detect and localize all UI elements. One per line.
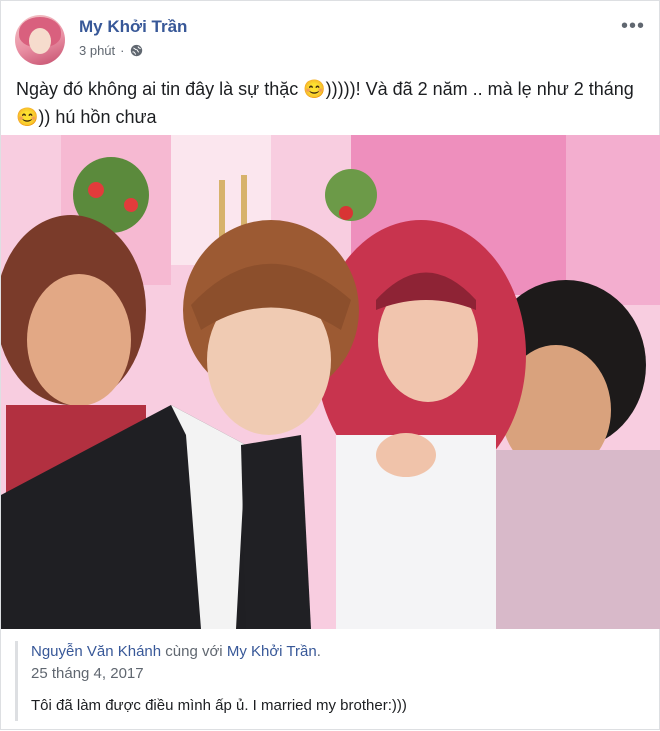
shared-post-date[interactable]: 25 tháng 4, 2017 — [31, 665, 144, 682]
with-label: cùng với — [165, 643, 223, 660]
tagged-user-link[interactable]: My Khởi Trần — [227, 643, 317, 660]
post-meta: 3 phút · — [79, 43, 143, 58]
post-message: Ngày đó không ai tin đây là sự thặc 😊)))… — [16, 79, 634, 127]
shared-post: Nguyễn Văn Khánh cùng với My Khởi Trần. … — [1, 629, 660, 731]
shared-author-link[interactable]: Nguyễn Văn Khánh — [31, 643, 161, 660]
post-header: My Khởi Trần 3 phút · ••• — [15, 11, 645, 65]
avatar[interactable] — [15, 15, 65, 65]
post-author-name[interactable]: My Khởi Trần — [79, 17, 187, 37]
post-photo[interactable] — [1, 135, 660, 629]
shared-post-message: Tôi đã làm được điều mình ấp ủ. I marrie… — [31, 697, 407, 714]
quote-divider — [15, 641, 18, 721]
more-icon[interactable]: ••• — [621, 15, 645, 38]
globe-icon[interactable] — [130, 44, 143, 57]
post-timestamp[interactable]: 3 phút — [79, 43, 115, 58]
post-card: My Khởi Trần 3 phút · ••• Ngày đó không … — [0, 0, 660, 730]
shared-post-header: Nguyễn Văn Khánh cùng với My Khởi Trần. — [31, 643, 321, 660]
